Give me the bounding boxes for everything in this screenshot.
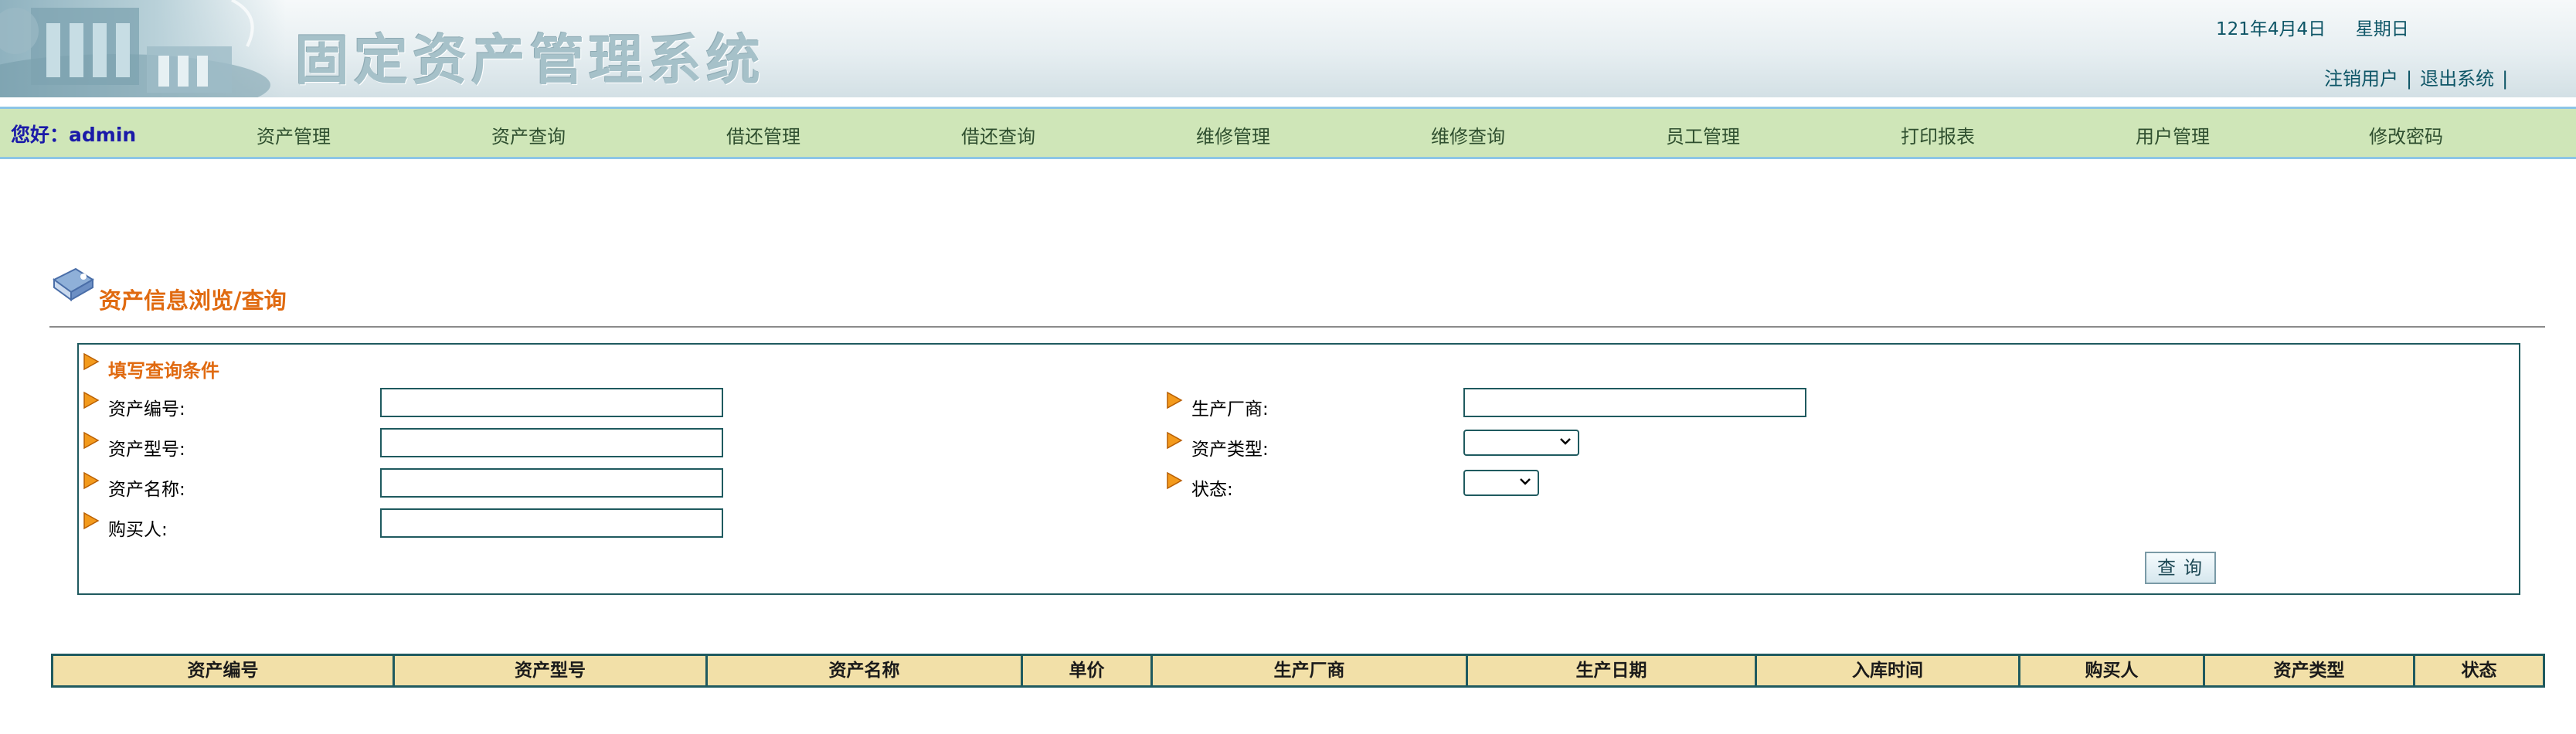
main-nav: 您好：admin 资产管理 资产查询 借还管理 借还查询 维修管理 维修查询 员…: [0, 107, 2576, 159]
current-date: 121年4月4日 星期日: [2216, 14, 2409, 40]
manufacturer-label: 生产厂商:: [1191, 399, 1269, 420]
asset-model-input[interactable]: [380, 428, 723, 457]
arrow-right-icon: [83, 391, 100, 409]
search-button[interactable]: 查询: [2145, 552, 2216, 584]
status-select[interactable]: [1463, 470, 1539, 496]
column-header: 资产型号: [395, 656, 708, 685]
arrow-right-icon: [1167, 471, 1183, 490]
nav-item-asset-management[interactable]: 资产管理: [257, 121, 331, 148]
nav-item-repair-query[interactable]: 维修查询: [1431, 121, 1505, 148]
nav-item-user-management[interactable]: 用户管理: [2136, 121, 2210, 148]
nav-item-staff-management[interactable]: 员工管理: [1666, 121, 1740, 148]
arrow-right-icon: [1167, 391, 1183, 409]
nav-item-print-report[interactable]: 打印报表: [1901, 121, 1975, 148]
arrow-right-icon: [83, 471, 100, 490]
chevron-down-icon: [1520, 478, 1531, 485]
arrow-right-icon: [83, 511, 100, 530]
asset-name-input[interactable]: [380, 468, 723, 498]
manufacturer-input[interactable]: [1463, 388, 1806, 417]
asset-type-label: 资产类型:: [1191, 440, 1269, 460]
link-separator: |: [2502, 68, 2509, 90]
arrow-right-icon: [1167, 431, 1183, 450]
column-header: 状态: [2461, 661, 2497, 681]
nav-item-repair-management[interactable]: 维修管理: [1196, 121, 1270, 148]
page-title-icon: [49, 266, 97, 304]
column-header: 生产厂商: [1153, 656, 1468, 685]
exit-system-link[interactable]: 退出系统: [2420, 68, 2494, 90]
chevron-down-icon: [1560, 438, 1571, 445]
weekday-text: 星期日: [2355, 19, 2409, 39]
nav-item-change-password[interactable]: 修改密码: [2369, 121, 2443, 148]
column-header: 生产日期: [1468, 656, 1757, 685]
page-title: 资产信息浏览/查询: [99, 287, 287, 314]
column-header: 入库时间: [1757, 656, 2020, 685]
asset-no-label: 资产编号:: [108, 399, 185, 420]
arrow-right-icon: [83, 431, 100, 450]
buyer-label: 购买人:: [108, 520, 168, 540]
banner-building-image: [0, 0, 286, 97]
nav-item-borrow-query[interactable]: 借还查询: [961, 121, 1035, 148]
greeting: 您好：admin: [11, 124, 137, 146]
link-separator: |: [2406, 68, 2413, 90]
system-title: 固定资产管理系统: [295, 28, 765, 92]
asset-name-label: 资产名称:: [108, 480, 185, 500]
buyer-input[interactable]: [380, 508, 723, 538]
query-section-title: 填写查询条件: [108, 360, 219, 382]
date-text: 121年4月4日: [2216, 19, 2326, 39]
nav-item-borrow-management[interactable]: 借还管理: [726, 121, 800, 148]
column-header: 资产类型: [2205, 656, 2415, 685]
column-header: 购买人: [2020, 656, 2205, 685]
header-banner: 固定资产管理系统 121年4月4日 星期日 注销用户 | 退出系统 |: [0, 0, 2576, 97]
results-table-header: 资产编号 资产型号 资产名称 单价 生产厂商 生产日期 入库时间 购买人 资产类…: [51, 654, 2545, 688]
asset-no-input[interactable]: [380, 388, 723, 417]
column-header: 资产编号: [53, 656, 395, 685]
column-header: 单价: [1023, 656, 1153, 685]
nav-item-asset-query[interactable]: 资产查询: [491, 121, 566, 148]
arrow-right-icon: [83, 352, 100, 371]
header-links: 注销用户 | 退出系统 |: [2324, 63, 2516, 90]
asset-model-label: 资产型号:: [108, 440, 185, 460]
column-header: 资产名称: [708, 656, 1023, 685]
status-label: 状态:: [1191, 480, 1233, 500]
logout-user-link[interactable]: 注销用户: [2324, 68, 2398, 90]
asset-type-select[interactable]: [1463, 430, 1579, 456]
page-title-divider: [49, 326, 2545, 328]
